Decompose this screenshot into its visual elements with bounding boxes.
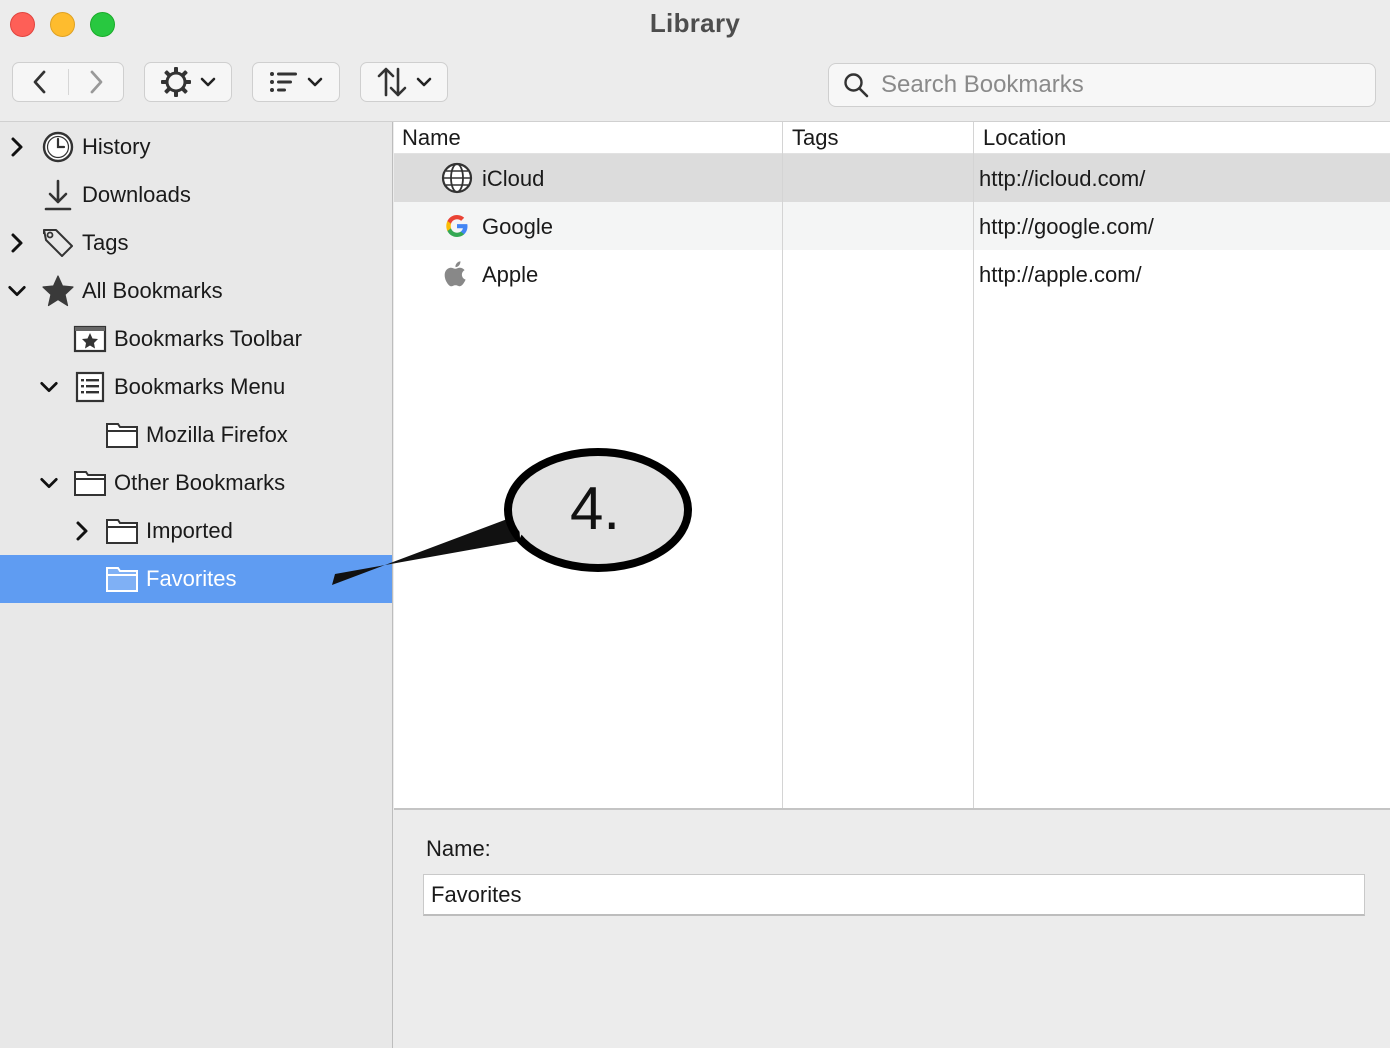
table-row[interactable]: iCloud http://icloud.com/ <box>394 154 1390 202</box>
sidebar-item-label: All Bookmarks <box>82 278 223 303</box>
sidebar-tree: History Downloads Tags All Bookmarks Boo… <box>0 122 393 1048</box>
sidebar-item-label: Bookmarks Toolbar <box>114 326 302 351</box>
folder-icon <box>105 514 139 548</box>
menu-list-icon <box>73 370 107 404</box>
gear-icon <box>161 67 191 97</box>
sidebar-item-favorites[interactable]: Favorites <box>0 555 392 603</box>
chevron-down-icon <box>416 77 432 87</box>
search-bookmarks-field[interactable] <box>828 63 1376 107</box>
sidebar-item-bookmarks-menu[interactable]: Bookmarks Menu <box>0 363 392 411</box>
search-icon <box>844 73 869 98</box>
sidebar-item-imported[interactable]: Imported <box>0 507 392 555</box>
chevron-left-icon <box>33 70 46 94</box>
globe-icon <box>441 162 473 194</box>
forward-button[interactable] <box>68 63 123 101</box>
sort-list-icon <box>270 72 297 92</box>
sidebar-item-label: History <box>82 134 151 159</box>
sidebar-item-history[interactable]: History <box>0 123 392 171</box>
apple-icon <box>441 258 473 290</box>
sidebar-item-label: Mozilla Firefox <box>146 422 288 447</box>
chevron-right-icon <box>90 70 103 94</box>
import-export-arrows-icon <box>377 67 407 97</box>
folder-icon <box>73 466 107 500</box>
google-icon <box>441 210 473 242</box>
sidebar-item-label: Other Bookmarks <box>114 470 286 495</box>
star-icon <box>41 274 75 308</box>
sidebar-item-label: Favorites <box>146 566 237 591</box>
organize-button[interactable] <box>144 62 232 102</box>
bookmark-location: http://icloud.com/ <box>979 166 1146 191</box>
chevron-down-icon <box>307 77 323 87</box>
table-row[interactable]: Google http://google.com/ <box>394 202 1390 250</box>
disclosure-chevron-right-icon[interactable] <box>7 137 27 157</box>
sidebar-item-label: Bookmarks Menu <box>114 374 286 399</box>
column-header-name[interactable]: Name <box>402 125 461 151</box>
sidebar-item-other-bookmarks[interactable]: Other Bookmarks <box>0 459 392 507</box>
bookmark-name: Google <box>482 214 553 239</box>
table-row[interactable]: Apple http://apple.com/ <box>394 250 1390 298</box>
disclosure-chevron-down-icon[interactable] <box>39 377 59 397</box>
sidebar-item-label: Imported <box>146 518 233 543</box>
import-backup-button[interactable] <box>360 62 448 102</box>
toolbar-star-icon <box>73 322 107 356</box>
disclosure-chevron-right-icon[interactable] <box>72 521 92 541</box>
column-separator[interactable] <box>782 122 783 808</box>
name-label: Name: <box>426 836 491 861</box>
sidebar-item-tags[interactable]: Tags <box>0 219 392 267</box>
disclosure-chevron-down-icon[interactable] <box>7 281 27 301</box>
clock-icon <box>41 130 75 164</box>
sidebar-item-label: Downloads <box>82 182 191 207</box>
download-icon <box>41 178 75 212</box>
chevron-down-icon <box>200 77 216 87</box>
folder-icon <box>105 562 139 596</box>
search-input[interactable] <box>881 71 1361 99</box>
bookmarks-table: Name Tags Location iCloud http://icloud.… <box>394 122 1390 810</box>
table-header: Name Tags Location <box>394 122 1390 154</box>
column-header-location[interactable]: Location <box>983 125 1066 151</box>
sidebar-item-bookmarks-toolbar[interactable]: Bookmarks Toolbar <box>0 315 392 363</box>
tag-icon <box>41 226 75 260</box>
window-title: Library <box>649 8 741 38</box>
title-bar: Library <box>0 0 1390 122</box>
details-pane: Name: <box>394 812 1390 1048</box>
back-button[interactable] <box>13 63 68 101</box>
bookmark-name: Apple <box>482 262 539 287</box>
sidebar-item-label: Tags <box>82 230 129 255</box>
column-separator[interactable] <box>973 122 974 808</box>
column-header-tags[interactable]: Tags <box>792 125 838 151</box>
sidebar-item-downloads[interactable]: Downloads <box>0 171 392 219</box>
name-field[interactable] <box>423 874 1365 916</box>
disclosure-chevron-down-icon[interactable] <box>39 473 59 493</box>
folder-icon <box>105 418 139 452</box>
sidebar-item-mozilla-firefox[interactable]: Mozilla Firefox <box>0 411 392 459</box>
bookmark-location: http://google.com/ <box>979 214 1154 239</box>
views-button[interactable] <box>252 62 340 102</box>
bookmark-name: iCloud <box>482 166 545 191</box>
disclosure-chevron-right-icon[interactable] <box>7 233 27 253</box>
sidebar-item-all-bookmarks[interactable]: All Bookmarks <box>0 267 392 315</box>
bookmark-location: http://apple.com/ <box>979 262 1142 287</box>
annotation-label: 4. <box>569 475 621 542</box>
navigation-button-group <box>12 62 124 102</box>
